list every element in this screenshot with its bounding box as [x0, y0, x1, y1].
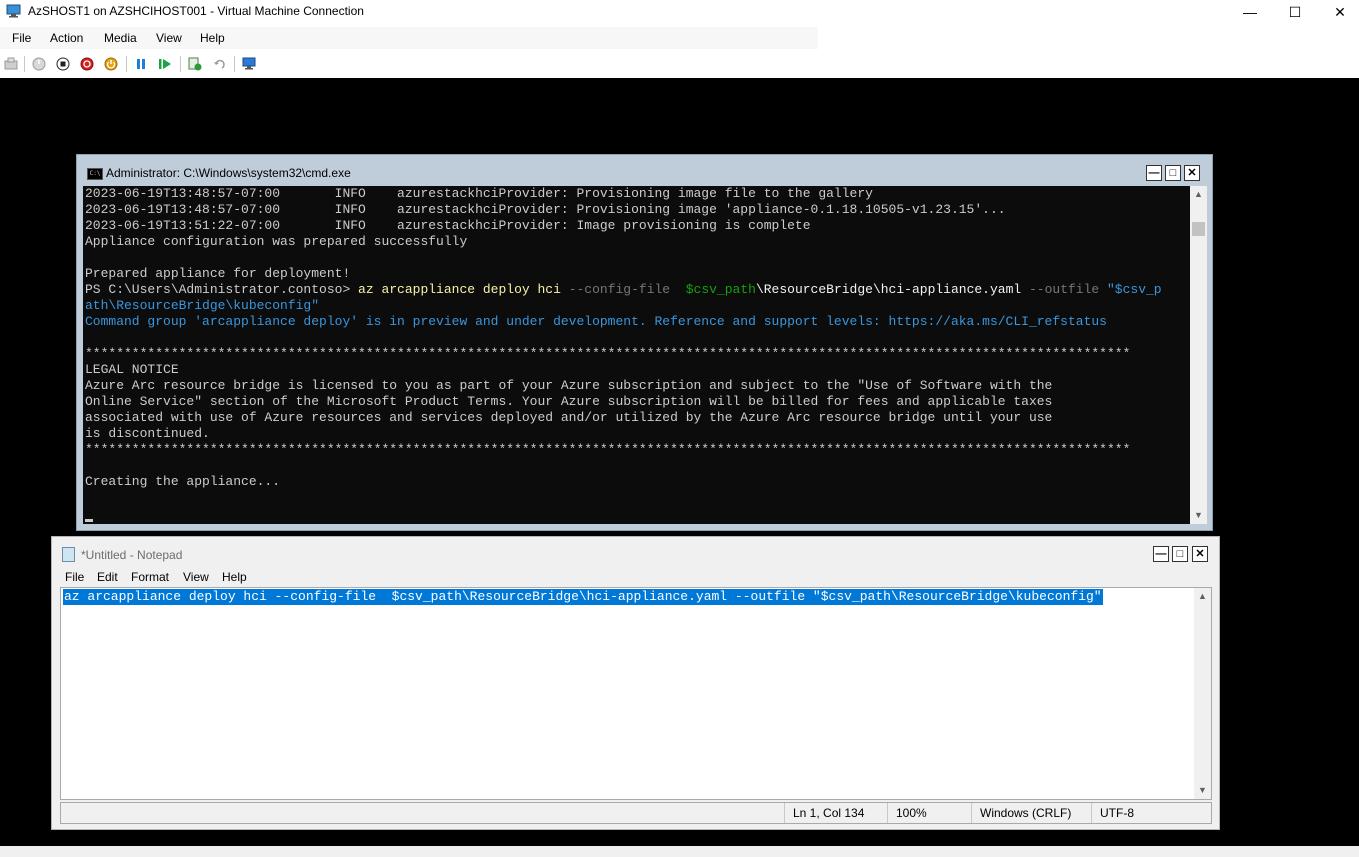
selected-text[interactable]: az arcappliance deploy hci --config-file…: [63, 589, 1103, 605]
notepad-menu-file[interactable]: File: [65, 570, 84, 584]
notepad-minimize-button[interactable]: —: [1153, 546, 1169, 562]
console-cursor: [85, 519, 93, 522]
console-command-variable: $csv_path: [685, 282, 756, 297]
start-icon[interactable]: [32, 57, 46, 71]
toolbar-separator: [234, 56, 235, 72]
notepad-icon: [62, 547, 75, 562]
console-line: Appliance configuration was prepared suc…: [85, 234, 468, 249]
notepad-vertical-scrollbar[interactable]: ▲ ▼: [1194, 588, 1211, 799]
vm-menu-bar: File Action Media View Help: [0, 27, 818, 49]
console-line: 2023-06-19T13:48:57-07:00 INFO azurestac…: [85, 202, 1006, 217]
toolbar-separator: [126, 56, 127, 72]
console-command: az arcappliance deploy hci: [358, 282, 569, 297]
notepad-close-button[interactable]: ✕: [1192, 546, 1208, 562]
console-command-param: --outfile: [1028, 282, 1107, 297]
notepad-window[interactable]: *Untitled - Notepad — □ ✕ File Edit Form…: [51, 536, 1220, 830]
notepad-menu-format[interactable]: Format: [131, 570, 169, 584]
scroll-thumb[interactable]: [1192, 222, 1205, 236]
console-line: Azure Arc resource bridge is licensed to…: [85, 378, 1053, 393]
menu-help[interactable]: Help: [200, 31, 225, 45]
ctrl-alt-del-icon[interactable]: [4, 57, 18, 71]
notepad-text-area[interactable]: az arcappliance deploy hci --config-file…: [60, 587, 1212, 800]
toolbar-separator: [180, 56, 181, 72]
scroll-up-arrow-icon[interactable]: ▲: [1190, 186, 1207, 203]
console-line: Prepared appliance for deployment!: [85, 266, 351, 281]
notepad-menu-view[interactable]: View: [183, 570, 209, 584]
scroll-up-arrow-icon[interactable]: ▲: [1194, 588, 1211, 605]
toolbar-separator: [24, 56, 25, 72]
status-zoom: 100%: [887, 803, 936, 823]
console-line: associated with use of Azure resources a…: [85, 410, 1053, 425]
notepad-menu-edit[interactable]: Edit: [97, 570, 118, 584]
notepad-maximize-button[interactable]: □: [1172, 546, 1188, 562]
console-command-arg: \ResourceBridge\hci-appliance.yaml: [755, 282, 1029, 297]
save-icon[interactable]: [104, 57, 118, 71]
cmd-close-button[interactable]: ✕: [1184, 165, 1200, 181]
menu-view[interactable]: View: [156, 31, 182, 45]
console-line: Creating the appliance...: [85, 474, 281, 489]
cmd-console[interactable]: 2023-06-19T13:48:57-07:00 INFO azurestac…: [83, 186, 1190, 524]
vm-window-title: AzSHOST1 on AZSHCIHOST001 - Virtual Mach…: [28, 4, 364, 18]
notepad-status-bar: Ln 1, Col 134 100% Windows (CRLF) UTF-8: [60, 802, 1212, 824]
notepad-window-title: *Untitled - Notepad: [81, 548, 183, 562]
console-warning: Command group 'arcappliance deploy' is i…: [85, 314, 1107, 329]
console-line: LEGAL NOTICE: [85, 362, 179, 377]
cmd-maximize-button[interactable]: □: [1165, 165, 1181, 181]
maximize-button[interactable]: ☐: [1272, 0, 1318, 24]
vm-toolbar: [0, 51, 1359, 77]
notepad-menu-help[interactable]: Help: [222, 570, 247, 584]
vm-connect-icon: [6, 4, 21, 18]
turn-off-icon[interactable]: [56, 57, 70, 71]
checkpoint-icon[interactable]: [188, 57, 202, 71]
revert-icon[interactable]: [212, 57, 226, 71]
console-line: 2023-06-19T13:48:57-07:00 INFO azurestac…: [85, 186, 873, 201]
console-command-string: ath\ResourceBridge\kubeconfig": [85, 298, 320, 313]
cmd-window[interactable]: C:\ Administrator: C:\Windows\system32\c…: [76, 154, 1213, 531]
vm-title-bar: AzSHOST1 on AZSHCIHOST001 - Virtual Mach…: [0, 0, 1359, 24]
cmd-window-title: Administrator: C:\Windows\system32\cmd.e…: [106, 166, 351, 180]
pause-icon[interactable]: [134, 57, 148, 71]
console-line: 2023-06-19T13:51:22-07:00 INFO azurestac…: [85, 218, 811, 233]
scroll-down-arrow-icon[interactable]: ▼: [1194, 782, 1211, 799]
console-line: Online Service" section of the Microsoft…: [85, 394, 1053, 409]
status-position: Ln 1, Col 134: [784, 803, 888, 823]
reset-icon[interactable]: [158, 57, 172, 71]
console-command-param: --config-file: [568, 282, 686, 297]
console-line: ****************************************…: [85, 442, 1131, 457]
console-output: 2023-06-19T13:48:57-07:00 INFO azurestac…: [83, 186, 1190, 490]
cmd-minimize-button[interactable]: —: [1146, 165, 1162, 181]
menu-action[interactable]: Action: [50, 31, 83, 45]
minimize-button[interactable]: —: [1227, 0, 1273, 24]
close-button[interactable]: ✕: [1317, 0, 1359, 24]
shutdown-icon[interactable]: [80, 57, 94, 71]
cmd-vertical-scrollbar[interactable]: ▲ ▼: [1190, 186, 1207, 524]
menu-media[interactable]: Media: [104, 31, 137, 45]
scroll-down-arrow-icon[interactable]: ▼: [1190, 507, 1207, 524]
console-prompt: PS C:\Users\Administrator.contoso>: [85, 282, 359, 297]
console-command-string: "$csv_p: [1107, 282, 1162, 297]
menu-file[interactable]: File: [12, 31, 31, 45]
vm-status-bar: [0, 846, 1359, 857]
status-encoding: UTF-8: [1091, 803, 1200, 823]
status-line-ending: Windows (CRLF): [971, 803, 1090, 823]
console-line: is discontinued.: [85, 426, 210, 441]
console-line: ****************************************…: [85, 346, 1131, 361]
cmd-icon: C:\: [87, 168, 103, 180]
enhanced-session-icon[interactable]: [242, 57, 256, 71]
